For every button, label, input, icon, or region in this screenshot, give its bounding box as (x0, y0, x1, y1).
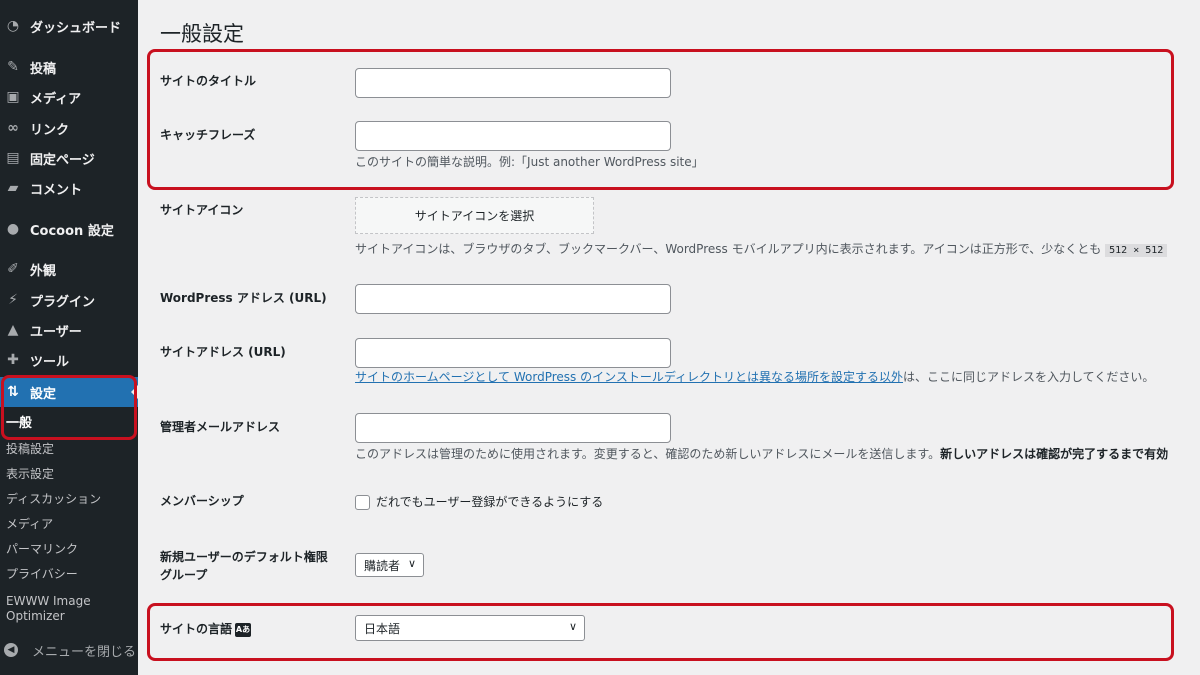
translate-icon: Aあ (235, 622, 252, 637)
menu-label: 固定ページ (30, 152, 95, 168)
tagline-description: このサイトの簡単な説明。例:「Just another WordPress si… (355, 155, 704, 169)
wp-address-input[interactable] (355, 284, 671, 314)
site-language-value: 日本語 (364, 621, 401, 636)
menu-label: リンク (30, 122, 70, 138)
wp-address-label: WordPress アドレス (URL) (160, 291, 327, 305)
submenu-writing[interactable]: 投稿設定 (6, 442, 54, 457)
membership-checkbox[interactable] (355, 495, 370, 510)
default-role-select[interactable]: 購読者 ∨ (355, 553, 424, 577)
comment-icon: ▰ (7, 180, 19, 196)
site-title-input[interactable] (355, 68, 671, 98)
menu-tools[interactable]: ✚ ツール (0, 345, 138, 375)
tagline-label: キャッチフレーズ (160, 128, 256, 142)
page-icon: ▤ (6, 150, 20, 166)
media-icon: ▣ (6, 89, 20, 105)
site-icon-description: サイトアイコンは、ブラウザのタブ、ブックマークバー、WordPress モバイル… (355, 241, 1168, 259)
site-address-input[interactable] (355, 338, 671, 368)
chevron-down-icon: ∨ (407, 557, 416, 570)
admin-sidebar: ◔ ダッシュボード ✎ 投稿 ▣ メディア ∞ リンク ▤ 固定ページ ▰ コメ… (0, 0, 139, 675)
default-role-label-line2: グループ (160, 568, 208, 582)
submenu-permalinks[interactable]: パーマリンク (6, 542, 78, 557)
default-role-label-line1: 新規ユーザーのデフォルト権限 (160, 550, 328, 564)
menu-users[interactable]: ▲ ユーザー (0, 315, 138, 345)
link-icon: ∞ (7, 120, 19, 136)
admin-email-label: 管理者メールアドレス (160, 420, 281, 434)
tagline-input[interactable] (355, 121, 671, 151)
site-icon-label: サイトアイコン (160, 203, 244, 217)
menu-label: ダッシュボード (30, 20, 122, 36)
submenu-general[interactable]: 一般 (6, 416, 32, 431)
menu-plugins[interactable]: ⚡ プラグイン (0, 285, 138, 315)
current-menu-arrow (131, 384, 139, 400)
membership-checkbox-label[interactable]: だれでもユーザー登録ができるようにする (376, 493, 603, 510)
site-language-label: サイトの言語 Aあ (160, 620, 252, 638)
menu-dashboard[interactable]: ◔ ダッシュボード (0, 11, 138, 41)
membership-label: メンバーシップ (160, 494, 244, 508)
menu-links[interactable]: ∞ リンク (0, 113, 138, 143)
menu-cocoon-settings[interactable]: ● Cocoon 設定 (0, 214, 138, 244)
page-title: 一般設定 (160, 22, 244, 46)
site-address-help-link[interactable]: サイトのホームページとして WordPress のインストールディレクトリとは異… (355, 370, 903, 384)
dashboard-icon: ◔ (6, 18, 20, 34)
submenu-ewww-line1[interactable]: EWWW Image (6, 594, 91, 609)
site-language-select[interactable]: 日本語 ∨ (355, 615, 585, 641)
site-address-description: サイトのホームページとして WordPress のインストールディレクトリとは異… (355, 369, 1154, 385)
chevron-down-icon: ∨ (568, 620, 577, 633)
menu-label: コメント (30, 182, 83, 198)
collapse-menu-button[interactable]: ◀ メニューを閉じる (0, 634, 138, 666)
admin-email-input[interactable] (355, 413, 671, 443)
submenu-reading[interactable]: 表示設定 (6, 467, 54, 482)
menu-label: メディア (30, 91, 82, 107)
menu-label: ツール (30, 354, 70, 370)
submenu-ewww-line2[interactable]: Optimizer (6, 609, 65, 624)
menu-label: ユーザー (30, 324, 82, 340)
menu-label: 外観 (30, 263, 57, 279)
user-icon: ▲ (7, 322, 19, 338)
icon-size-code: 512 × 512 (1105, 244, 1168, 257)
submenu-media[interactable]: メディア (6, 517, 53, 532)
settings-icon: ⇅ (7, 384, 19, 400)
admin-email-description-bold: 新しいアドレスは確認が完了するまで有効 (940, 447, 1169, 461)
menu-label: Cocoon 設定 (30, 223, 114, 239)
menu-settings[interactable]: ⇅ 設定 (0, 377, 139, 407)
site-address-description-rest: は、ここに同じアドレスを入力してください。 (903, 370, 1155, 384)
plugin-icon: ⚡ (8, 292, 18, 308)
submenu-privacy[interactable]: プライバシー (6, 567, 78, 582)
admin-email-description: このアドレスは管理のために使用されます。変更すると、確認のため新しいアドレスにメ… (355, 446, 1168, 462)
tool-icon: ✚ (7, 352, 19, 368)
menu-appearance[interactable]: ✐ 外観 (0, 254, 138, 284)
site-address-label: サイトアドレス (URL) (160, 345, 286, 359)
submenu-discussion[interactable]: ディスカッション (6, 492, 101, 507)
site-title-label: サイトのタイトル (160, 74, 257, 88)
collapse-label: メニューを閉じる (32, 644, 137, 660)
admin-email-description-text: このアドレスは管理のために使用されます。変更すると、確認のため新しいアドレスにメ… (355, 447, 941, 461)
cocoon-icon: ● (6, 221, 20, 237)
menu-media[interactable]: ▣ メディア (0, 82, 138, 112)
menu-label: 投稿 (30, 61, 57, 77)
default-role-value: 購読者 (364, 558, 401, 573)
site-language-label-text: サイトの言語 (160, 622, 233, 636)
collapse-arrow-icon: ◀ (4, 643, 18, 657)
appearance-icon: ✐ (7, 261, 19, 277)
menu-label: 設定 (30, 386, 57, 402)
pin-icon: ✎ (7, 59, 19, 75)
menu-posts[interactable]: ✎ 投稿 (0, 52, 138, 82)
site-icon-description-text: サイトアイコンは、ブラウザのタブ、ブックマークバー、WordPress モバイル… (355, 242, 1102, 256)
menu-comments[interactable]: ▰ コメント (0, 173, 138, 203)
menu-pages[interactable]: ▤ 固定ページ (0, 143, 138, 173)
menu-label: プラグイン (30, 294, 96, 310)
select-site-icon-button[interactable]: サイトアイコンを選択 (355, 197, 594, 234)
highlight-box-site-language (147, 603, 1174, 661)
